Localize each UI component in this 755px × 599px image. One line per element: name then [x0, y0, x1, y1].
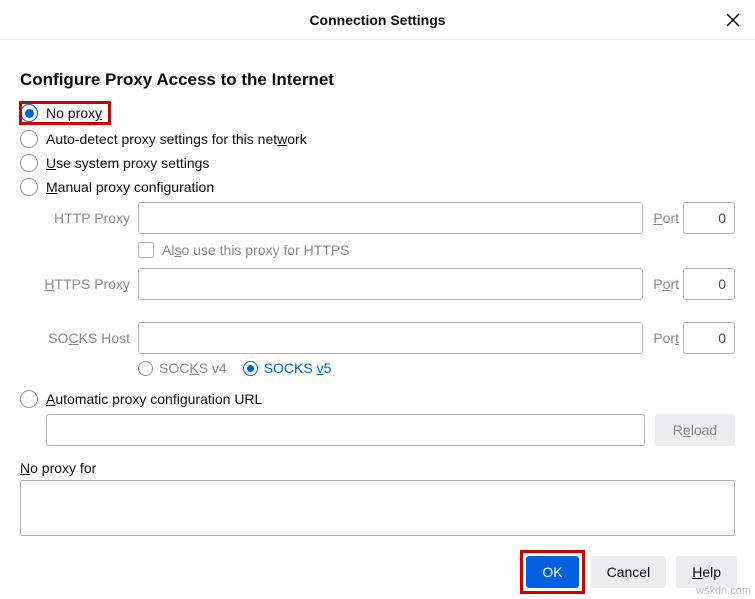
http-proxy-row: HTTP Proxy Port	[40, 202, 735, 234]
socks-port-input[interactable]	[683, 322, 735, 354]
socks-host-label: SOCKS Host	[40, 330, 130, 346]
radio-icon	[20, 104, 38, 122]
socks4-label: SOCKS v4	[159, 360, 227, 376]
noproxy-textarea[interactable]	[20, 480, 735, 536]
socks-port-label: Port	[653, 330, 679, 346]
socks-version-row: SOCKS v4 SOCKS v5	[138, 360, 735, 376]
reload-button[interactable]: Reload	[655, 414, 735, 446]
radio-no-proxy[interactable]: No proxy	[20, 102, 110, 124]
dialog-title: Connection Settings	[309, 12, 445, 28]
cancel-button[interactable]: Cancel	[591, 556, 667, 588]
checkbox-icon	[138, 242, 154, 258]
https-proxy-input[interactable]	[138, 268, 643, 300]
radio-icon	[20, 154, 38, 172]
radio-socks4[interactable]	[138, 361, 153, 376]
radio-label: Manual proxy configuration	[46, 179, 214, 195]
http-port-label: Port	[653, 210, 679, 226]
also-https-label: Also use this proxy for HTTPS	[162, 242, 350, 258]
https-port-input[interactable]	[683, 268, 735, 300]
https-proxy-row: HTTPS Proxy Port	[40, 268, 735, 300]
radio-icon	[20, 390, 38, 408]
socks-host-input[interactable]	[138, 322, 643, 354]
http-proxy-label: HTTP Proxy	[40, 210, 130, 226]
content-scroll[interactable]: Configure Proxy Access to the Internet N…	[0, 40, 755, 544]
also-https-row[interactable]: Also use this proxy for HTTPS	[138, 242, 735, 258]
ok-highlight: OK	[524, 554, 580, 590]
socks-host-row: SOCKS Host Port	[40, 322, 735, 354]
close-button[interactable]	[721, 8, 745, 32]
radio-autoconfig[interactable]: Automatic proxy configuration URL	[20, 390, 735, 408]
noproxy-label: No proxy for	[20, 460, 735, 476]
watermark: wsxdn.com	[696, 585, 751, 597]
titlebar: Connection Settings	[0, 0, 755, 40]
radio-label: Use system proxy settings	[46, 155, 209, 171]
radio-label: No proxy	[46, 105, 102, 121]
section-heading: Configure Proxy Access to the Internet	[20, 70, 735, 90]
radio-socks5[interactable]	[243, 361, 258, 376]
radio-auto-detect[interactable]: Auto-detect proxy settings for this netw…	[20, 130, 735, 148]
http-proxy-input[interactable]	[138, 202, 643, 234]
http-port-input[interactable]	[683, 202, 735, 234]
help-button[interactable]: Help	[676, 556, 737, 588]
close-icon	[726, 13, 740, 27]
radio-icon	[20, 178, 38, 196]
https-port-label: Port	[653, 276, 679, 292]
radio-icon	[20, 130, 38, 148]
ok-button[interactable]: OK	[526, 556, 578, 588]
pac-url-row: Reload	[46, 414, 735, 446]
https-proxy-label: HTTPS Proxy	[40, 276, 130, 292]
radio-manual[interactable]: Manual proxy configuration	[20, 178, 735, 196]
dialog-footer: OK Cancel Help	[0, 544, 755, 599]
radio-label: Auto-detect proxy settings for this netw…	[46, 131, 307, 147]
radio-label: Automatic proxy configuration URL	[46, 391, 262, 407]
pac-url-input[interactable]	[46, 414, 645, 446]
socks5-label: SOCKS v5	[264, 360, 332, 376]
radio-system-proxy[interactable]: Use system proxy settings	[20, 154, 735, 172]
